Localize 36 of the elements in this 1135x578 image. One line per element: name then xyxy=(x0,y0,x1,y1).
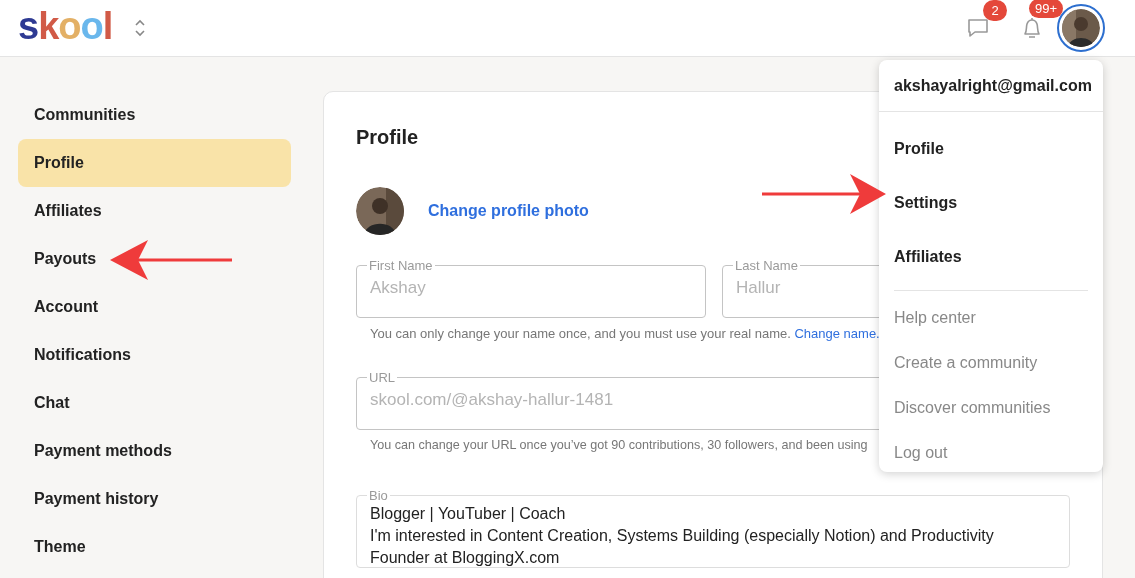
change-name-link[interactable]: Change name. xyxy=(794,326,880,341)
logo[interactable]: skool xyxy=(18,7,113,49)
menu-item[interactable]: Log out xyxy=(894,430,1088,475)
sidebar-item[interactable]: Account xyxy=(18,283,291,331)
change-photo-link[interactable]: Change profile photo xyxy=(428,202,589,220)
message-count-badge: 2 xyxy=(983,0,1007,21)
sidebar-item[interactable]: Theme xyxy=(18,523,291,571)
bio-text: Blogger | YouTuber | Coach I'm interested in Content Creation, Systems Building (especially Notion) and Productivity Founder at BloggingX.com xyxy=(370,504,995,568)
sidebar-item[interactable]: Payment methods xyxy=(18,427,291,475)
menu-item[interactable]: Affiliates xyxy=(894,230,1088,284)
field-value: Hallur xyxy=(736,277,781,298)
sidebar-item[interactable]: Communities xyxy=(18,91,291,139)
avatar-button[interactable] xyxy=(1057,4,1105,52)
menu-item[interactable]: Settings xyxy=(894,176,1088,230)
bio-field[interactable]: Bio Blogger | YouTuber | Coach I'm interested in Content Creation, Systems Building (especially Notion) and Productivity Founder at BloggingX.com xyxy=(356,488,1070,568)
sidebar-item[interactable]: Payment history xyxy=(18,475,291,523)
account-email: akshayalright@gmail.com xyxy=(879,60,1103,112)
sidebar-item[interactable]: Profile xyxy=(18,139,291,187)
url-hint: You can change your URL once you’ve got 90 contributions, 30 followers, and been using xyxy=(370,438,868,452)
field-label: URL xyxy=(368,370,396,385)
sidebar-item[interactable]: Affiliates xyxy=(18,187,291,235)
chat-icon[interactable] xyxy=(965,16,991,40)
field-label: Bio xyxy=(368,488,389,503)
sidebar-item[interactable]: Chat xyxy=(18,379,291,427)
field-value: Akshay xyxy=(370,277,426,298)
field-label: First Name xyxy=(368,258,434,273)
bell-icon[interactable] xyxy=(1021,15,1043,41)
chevron-up-down-icon[interactable] xyxy=(134,18,147,38)
menu-item[interactable]: Help center xyxy=(894,295,1088,340)
sidebar-item[interactable]: Notifications xyxy=(18,331,291,379)
notification-count-badge: 99+ xyxy=(1029,0,1064,18)
field-label: Last Name xyxy=(734,258,799,273)
card-title: Profile xyxy=(356,126,419,149)
menu-item[interactable]: Profile xyxy=(894,122,1088,176)
field-value: skool.com/@akshay-hallur-1481 xyxy=(370,389,614,410)
sidebar-item[interactable]: Payouts xyxy=(18,235,291,283)
